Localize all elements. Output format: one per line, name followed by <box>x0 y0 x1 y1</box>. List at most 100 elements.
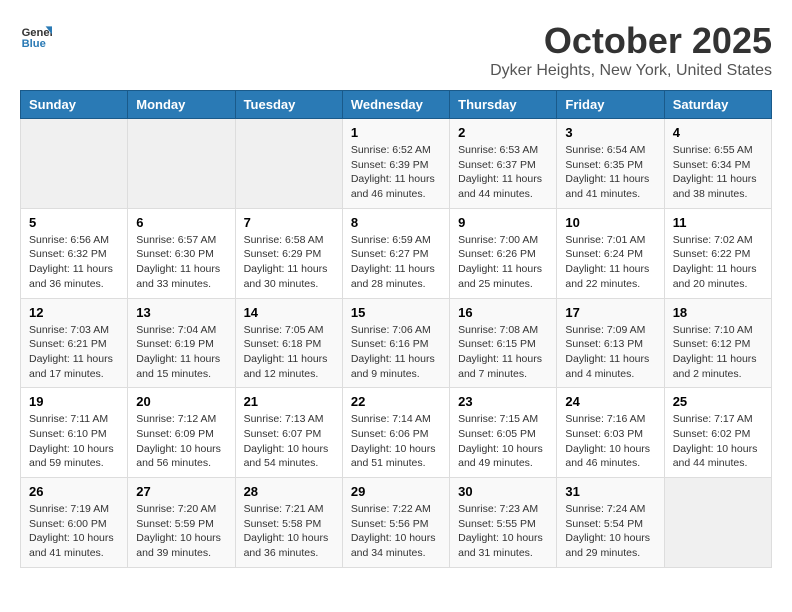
calendar-cell: 29Sunrise: 7:22 AM Sunset: 5:56 PM Dayli… <box>342 478 449 568</box>
cell-content: Sunrise: 7:04 AM Sunset: 6:19 PM Dayligh… <box>136 323 226 382</box>
calendar-cell: 20Sunrise: 7:12 AM Sunset: 6:09 PM Dayli… <box>128 388 235 478</box>
day-number: 8 <box>351 215 441 230</box>
day-number: 26 <box>29 484 119 499</box>
calendar-week-row: 1 Sunrise: 6:52 AM Sunset: 6:39 PM Daylig… <box>21 119 772 209</box>
calendar-week-row: 12Sunrise: 7:03 AM Sunset: 6:21 PM Dayli… <box>21 298 772 388</box>
calendar-cell: 6 Sunrise: 6:57 AM Sunset: 6:30 PM Daylig… <box>128 208 235 298</box>
cell-content: Sunrise: 7:21 AM Sunset: 5:58 PM Dayligh… <box>244 502 334 561</box>
cell-content: Sunrise: 7:13 AM Sunset: 6:07 PM Dayligh… <box>244 412 334 471</box>
day-number: 7 <box>244 215 334 230</box>
day-number: 9 <box>458 215 548 230</box>
cell-content: Sunrise: 7:11 AM Sunset: 6:10 PM Dayligh… <box>29 412 119 471</box>
day-number: 4 <box>673 125 763 140</box>
cell-content: Sunrise: 7:15 AM Sunset: 6:05 PM Dayligh… <box>458 412 548 471</box>
day-number: 14 <box>244 305 334 320</box>
calendar-cell: 21 Sunrise: 7:13 AM Sunset: 6:07 PM Dayli… <box>235 388 342 478</box>
cell-content: Sunrise: 6:57 AM Sunset: 6:30 PM Dayligh… <box>136 233 226 292</box>
day-number: 11 <box>673 215 763 230</box>
calendar-cell: 22Sunrise: 7:14 AM Sunset: 6:06 PM Dayli… <box>342 388 449 478</box>
calendar-cell: 25 Sunrise: 7:17 AM Sunset: 6:02 PM Dayli… <box>664 388 771 478</box>
calendar-cell: 2Sunrise: 6:53 AM Sunset: 6:37 PM Daylig… <box>450 119 557 209</box>
cell-content: Sunrise: 7:22 AM Sunset: 5:56 PM Dayligh… <box>351 502 441 561</box>
cell-content: Sunrise: 6:58 AM Sunset: 6:29 PM Dayligh… <box>244 233 334 292</box>
calendar-cell <box>21 119 128 209</box>
cell-content: Sunrise: 7:00 AM Sunset: 6:26 PM Dayligh… <box>458 233 548 292</box>
day-number: 25 <box>673 394 763 409</box>
calendar-cell: 13 Sunrise: 7:04 AM Sunset: 6:19 PM Dayli… <box>128 298 235 388</box>
day-number: 17 <box>565 305 655 320</box>
calendar-week-row: 26 Sunrise: 7:19 AM Sunset: 6:00 PM Dayli… <box>21 478 772 568</box>
calendar-cell: 18Sunrise: 7:10 AM Sunset: 6:12 PM Dayli… <box>664 298 771 388</box>
cell-content: Sunrise: 7:20 AM Sunset: 5:59 PM Dayligh… <box>136 502 226 561</box>
calendar-cell: 30 Sunrise: 7:23 AM Sunset: 5:55 PM Dayli… <box>450 478 557 568</box>
cell-content: Sunrise: 7:23 AM Sunset: 5:55 PM Dayligh… <box>458 502 548 561</box>
cell-content: Sunrise: 7:06 AM Sunset: 6:16 PM Dayligh… <box>351 323 441 382</box>
day-number: 24 <box>565 394 655 409</box>
title-section: October 2025 Dyker Heights, New York, Un… <box>490 20 772 80</box>
calendar-cell: 4 Sunrise: 6:55 AM Sunset: 6:34 PM Daylig… <box>664 119 771 209</box>
calendar-cell: 3 Sunrise: 6:54 AM Sunset: 6:35 PM Daylig… <box>557 119 664 209</box>
header-saturday: Saturday <box>664 91 771 119</box>
cell-content: Sunrise: 7:09 AM Sunset: 6:13 PM Dayligh… <box>565 323 655 382</box>
location: Dyker Heights, New York, United States <box>490 62 772 80</box>
calendar-cell: 19Sunrise: 7:11 AM Sunset: 6:10 PM Dayli… <box>21 388 128 478</box>
month-title: October 2025 <box>490 20 772 62</box>
day-number: 5 <box>29 215 119 230</box>
calendar-week-row: 19Sunrise: 7:11 AM Sunset: 6:10 PM Dayli… <box>21 388 772 478</box>
cell-content: Sunrise: 7:01 AM Sunset: 6:24 PM Dayligh… <box>565 233 655 292</box>
calendar-cell: 17 Sunrise: 7:09 AM Sunset: 6:13 PM Dayli… <box>557 298 664 388</box>
svg-text:General: General <box>22 27 52 39</box>
calendar-cell: 24 Sunrise: 7:16 AM Sunset: 6:03 PM Dayli… <box>557 388 664 478</box>
cell-content: Sunrise: 7:05 AM Sunset: 6:18 PM Dayligh… <box>244 323 334 382</box>
cell-content: Sunrise: 6:55 AM Sunset: 6:34 PM Dayligh… <box>673 143 763 202</box>
day-number: 28 <box>244 484 334 499</box>
cell-content: Sunrise: 6:56 AM Sunset: 6:32 PM Dayligh… <box>29 233 119 292</box>
cell-content: Sunrise: 7:12 AM Sunset: 6:09 PM Dayligh… <box>136 412 226 471</box>
calendar-cell: 16Sunrise: 7:08 AM Sunset: 6:15 PM Dayli… <box>450 298 557 388</box>
calendar-cell: 5 Sunrise: 6:56 AM Sunset: 6:32 PM Daylig… <box>21 208 128 298</box>
day-number: 21 <box>244 394 334 409</box>
day-number: 3 <box>565 125 655 140</box>
calendar-header-row: SundayMondayTuesdayWednesdayThursdayFrid… <box>21 91 772 119</box>
logo-icon: General Blue <box>20 20 52 52</box>
header-thursday: Thursday <box>450 91 557 119</box>
cell-content: Sunrise: 6:54 AM Sunset: 6:35 PM Dayligh… <box>565 143 655 202</box>
page-header: General Blue October 2025 Dyker Heights,… <box>20 20 772 80</box>
calendar-cell <box>128 119 235 209</box>
calendar-cell: 10 Sunrise: 7:01 AM Sunset: 6:24 PM Dayli… <box>557 208 664 298</box>
day-number: 1 <box>351 125 441 140</box>
day-number: 13 <box>136 305 226 320</box>
calendar-cell: 9 Sunrise: 7:00 AM Sunset: 6:26 PM Daylig… <box>450 208 557 298</box>
cell-content: Sunrise: 7:19 AM Sunset: 6:00 PM Dayligh… <box>29 502 119 561</box>
calendar-cell <box>235 119 342 209</box>
logo: General Blue <box>20 20 52 52</box>
day-number: 10 <box>565 215 655 230</box>
cell-content: Sunrise: 7:03 AM Sunset: 6:21 PM Dayligh… <box>29 323 119 382</box>
day-number: 6 <box>136 215 226 230</box>
calendar-cell: 1 Sunrise: 6:52 AM Sunset: 6:39 PM Daylig… <box>342 119 449 209</box>
day-number: 2 <box>458 125 548 140</box>
calendar-week-row: 5 Sunrise: 6:56 AM Sunset: 6:32 PM Daylig… <box>21 208 772 298</box>
cell-content: Sunrise: 7:17 AM Sunset: 6:02 PM Dayligh… <box>673 412 763 471</box>
calendar-cell <box>664 478 771 568</box>
calendar-cell: 26 Sunrise: 7:19 AM Sunset: 6:00 PM Dayli… <box>21 478 128 568</box>
calendar-cell: 14 Sunrise: 7:05 AM Sunset: 6:18 PM Dayli… <box>235 298 342 388</box>
day-number: 15 <box>351 305 441 320</box>
cell-content: Sunrise: 7:16 AM Sunset: 6:03 PM Dayligh… <box>565 412 655 471</box>
calendar-table: SundayMondayTuesdayWednesdayThursdayFrid… <box>20 90 772 568</box>
calendar-cell: 28 Sunrise: 7:21 AM Sunset: 5:58 PM Dayli… <box>235 478 342 568</box>
calendar-cell: 15 Sunrise: 7:06 AM Sunset: 6:16 PM Dayli… <box>342 298 449 388</box>
cell-content: Sunrise: 6:52 AM Sunset: 6:39 PM Dayligh… <box>351 143 441 202</box>
calendar-cell: 8 Sunrise: 6:59 AM Sunset: 6:27 PM Daylig… <box>342 208 449 298</box>
header-tuesday: Tuesday <box>235 91 342 119</box>
cell-content: Sunrise: 6:59 AM Sunset: 6:27 PM Dayligh… <box>351 233 441 292</box>
calendar-cell: 31Sunrise: 7:24 AM Sunset: 5:54 PM Dayli… <box>557 478 664 568</box>
svg-text:Blue: Blue <box>22 38 46 50</box>
day-number: 22 <box>351 394 441 409</box>
header-friday: Friday <box>557 91 664 119</box>
calendar-cell: 23Sunrise: 7:15 AM Sunset: 6:05 PM Dayli… <box>450 388 557 478</box>
day-number: 30 <box>458 484 548 499</box>
calendar-cell: 7 Sunrise: 6:58 AM Sunset: 6:29 PM Daylig… <box>235 208 342 298</box>
calendar-cell: 27Sunrise: 7:20 AM Sunset: 5:59 PM Dayli… <box>128 478 235 568</box>
cell-content: Sunrise: 7:08 AM Sunset: 6:15 PM Dayligh… <box>458 323 548 382</box>
